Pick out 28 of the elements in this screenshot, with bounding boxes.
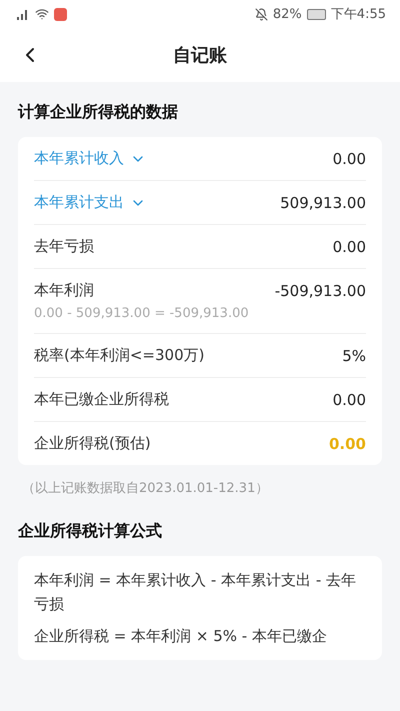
row-value: 0.00 xyxy=(332,238,366,256)
row-value: 0.00 xyxy=(332,390,366,408)
section-title: 计算企业所得税的数据 xyxy=(16,101,179,123)
row-value: -509,913.00 xyxy=(274,282,366,300)
formula-line: 企业所得税 = 本年利润 × 5% - 本年已缴企 xyxy=(34,626,328,647)
row-value: 509,913.00 xyxy=(280,194,366,212)
formula-line: 本年利润 = 本年累计收入 - 本年累计支出 - 去年亏损 xyxy=(34,570,358,615)
row-value: 0.00 xyxy=(332,150,366,168)
row-label: 去年亏损 xyxy=(34,237,94,256)
row-label: 企业所得税(预估) xyxy=(34,434,151,453)
row-label: 本年利润 xyxy=(34,281,94,300)
app-icon xyxy=(54,8,67,20)
expand-toggle[interactable]: 本年累计支出 xyxy=(34,193,146,212)
data-note: （以上记账数据取自2023.01.01-12.31） xyxy=(21,480,270,498)
battery-icon xyxy=(306,8,326,20)
row-value: 0.00 xyxy=(328,434,366,452)
bell-off-icon xyxy=(254,8,268,20)
row-value: 5% xyxy=(342,346,366,364)
page-title: 自记账 xyxy=(173,44,227,67)
status-time: 下午4:55 xyxy=(330,6,386,23)
expand-toggle[interactable]: 本年累计收入 xyxy=(34,149,146,168)
wifi-icon xyxy=(35,7,49,21)
battery-percent: 82% xyxy=(272,6,302,22)
row-label: 税率(本年利润<=300万) xyxy=(34,346,204,365)
formula-text: 0.00 - 509,913.00 = -509,913.00 xyxy=(34,306,250,321)
section-title: 企业所得税计算公式 xyxy=(16,520,163,542)
signal-icon xyxy=(14,8,30,20)
row-label: 本年已缴企业所得税 xyxy=(34,390,169,409)
